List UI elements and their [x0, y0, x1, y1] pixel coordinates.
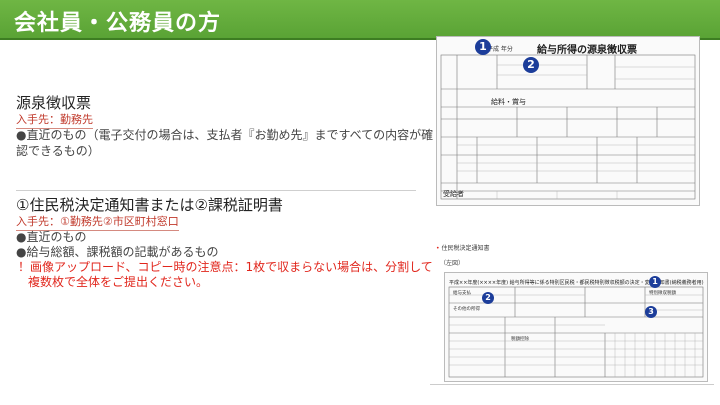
- notice-badge-2: 2: [482, 292, 494, 304]
- section1-bullet-line2: 認できるもの）: [16, 144, 100, 158]
- withholding-slip-grid: [440, 54, 696, 200]
- form2-caption-text: 住民税決定通知書: [441, 245, 490, 252]
- form2-caption: • 住民税決定通知書: [436, 243, 489, 252]
- form2-shadow: [430, 384, 714, 385]
- notice-badge-3: 3: [645, 306, 657, 318]
- number-badge-1: 1: [475, 39, 491, 55]
- section1-bullet-line1: ●直近のもの（電子交付の場合は、支払者『お勤め先』まですべての内容が確: [16, 128, 434, 142]
- form2-title: 平成××年度(××××年度) 給与所得等に係る特別区民税・都民税特別徴収税額の決…: [449, 280, 704, 286]
- form2-cell-special-collection: 特別徴収税額: [649, 291, 676, 296]
- section1-title: 源泉徴収票: [16, 94, 92, 112]
- form1-title: 給与所得の源泉徴収票: [537, 45, 637, 56]
- form2-cell-other-income: その他の所得: [453, 307, 480, 312]
- form1-kyuyo-label: 給料・賞与: [491, 98, 526, 106]
- section-divider: [16, 190, 416, 191]
- form2-sample-label: （左図）: [440, 260, 465, 267]
- notice-badge-1: 1: [649, 276, 661, 288]
- resident-tax-notice-image: 平成××年度(××××年度) 給与所得等に係る特別区民税・都民税特別徴収税額の決…: [444, 272, 708, 382]
- withholding-slip-image: 平成 年分 給与所得の源泉徴収票 給料・賞与 受給者 1 2: [436, 36, 700, 206]
- number-badge-2: 2: [523, 57, 539, 73]
- form1-bottom-label: 受給者: [443, 190, 464, 198]
- page-title: 会社員・公務員の方: [14, 11, 222, 36]
- caption-bullet: •: [436, 245, 440, 252]
- section2-title: ①住民税決定通知書または②課税証明書: [16, 196, 283, 214]
- form2-cell-tax-credit: 税額控除: [511, 337, 529, 342]
- form2-cell-payer: 給与支払: [453, 291, 471, 296]
- header-bar: 会社員・公務員の方: [0, 0, 720, 38]
- section2-warning-line2: 複数枚で全体をご提出ください。: [28, 275, 209, 289]
